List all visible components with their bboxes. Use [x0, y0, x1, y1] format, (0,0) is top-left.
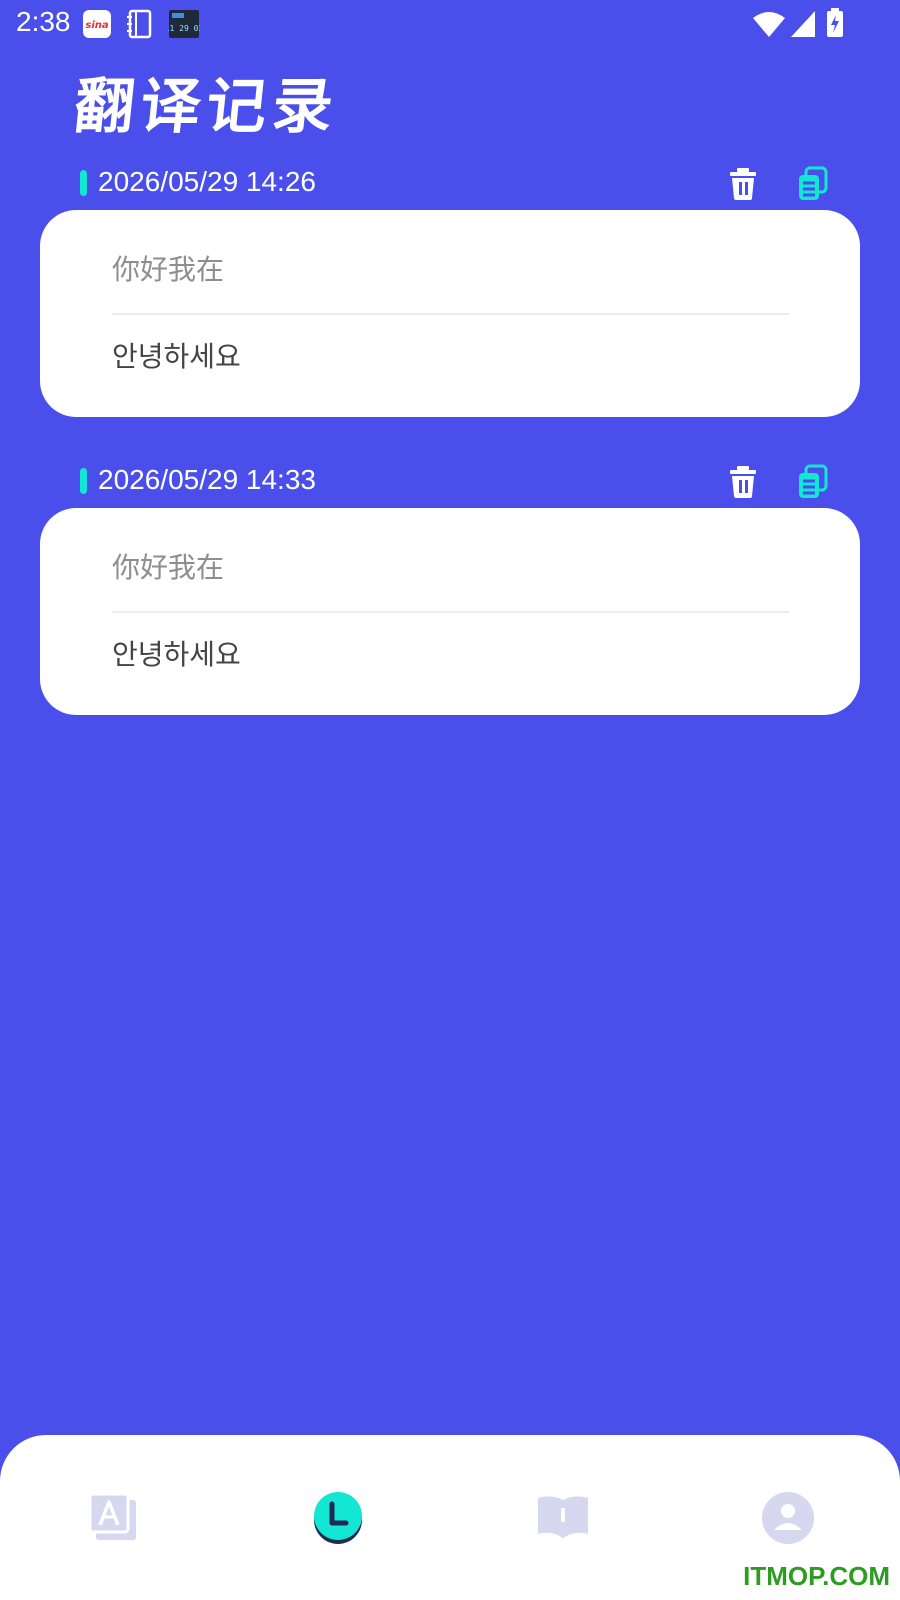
wifi-icon — [752, 10, 786, 42]
copy-button[interactable] — [793, 462, 833, 502]
copy-icon — [799, 166, 828, 200]
record-card: 你好我在 안녕하세요 — [40, 210, 860, 417]
record-timestamp: 2026/05/29 14:26 — [98, 166, 316, 197]
translate-icon — [88, 1492, 136, 1540]
record-item: 2026/05/29 14:33 你好我在 안녕하세요 — [0, 458, 900, 715]
clock-widget-icon: 11 29 03 — [165, 9, 203, 43]
divider — [112, 611, 789, 613]
watermark: ITMOP.COM — [743, 1561, 890, 1591]
record-header: 2026/05/29 14:33 — [0, 458, 900, 508]
record-header: 2026/05/29 14:26 — [0, 160, 900, 210]
copy-icon — [799, 464, 828, 498]
accent-bar — [80, 170, 87, 196]
translated-text: 안녕하세요 — [112, 340, 241, 373]
nav-profile[interactable] — [760, 1490, 816, 1546]
signal-icon — [790, 10, 816, 42]
status-time: 2:38 — [16, 6, 71, 37]
trash-icon — [730, 168, 756, 200]
translated-text: 안녕하세요 — [112, 638, 241, 671]
book-icon — [538, 1496, 588, 1538]
nav-translate[interactable] — [86, 1490, 142, 1546]
divider — [112, 313, 789, 315]
status-bar: 2:38 sina 11 29 03 — [0, 0, 900, 48]
record-item: 2026/05/29 14:26 你好我在 안녕하세요 — [0, 160, 900, 417]
accent-bar — [80, 468, 87, 494]
delete-button[interactable] — [723, 164, 763, 204]
source-text: 你好我在 — [112, 551, 225, 584]
svg-text:sina: sina — [85, 20, 108, 31]
page-title: 翻译记录 — [70, 72, 343, 142]
copy-button[interactable] — [793, 164, 833, 204]
nav-book[interactable] — [535, 1490, 591, 1546]
nav-history[interactable] — [310, 1490, 366, 1546]
record-timestamp: 2026/05/29 14:33 — [98, 464, 316, 495]
record-card: 你好我在 안녕하세요 — [40, 508, 860, 715]
sina-icon: sina — [82, 9, 112, 43]
delete-button[interactable] — [723, 462, 763, 502]
profile-icon — [762, 1492, 814, 1544]
svg-text:11 29 03: 11 29 03 — [168, 24, 200, 33]
source-text: 你好我在 — [112, 253, 225, 286]
battery-charging-icon — [826, 8, 844, 42]
notebook-icon — [126, 9, 154, 43]
trash-icon — [730, 466, 756, 498]
history-clock-icon — [314, 1492, 362, 1544]
